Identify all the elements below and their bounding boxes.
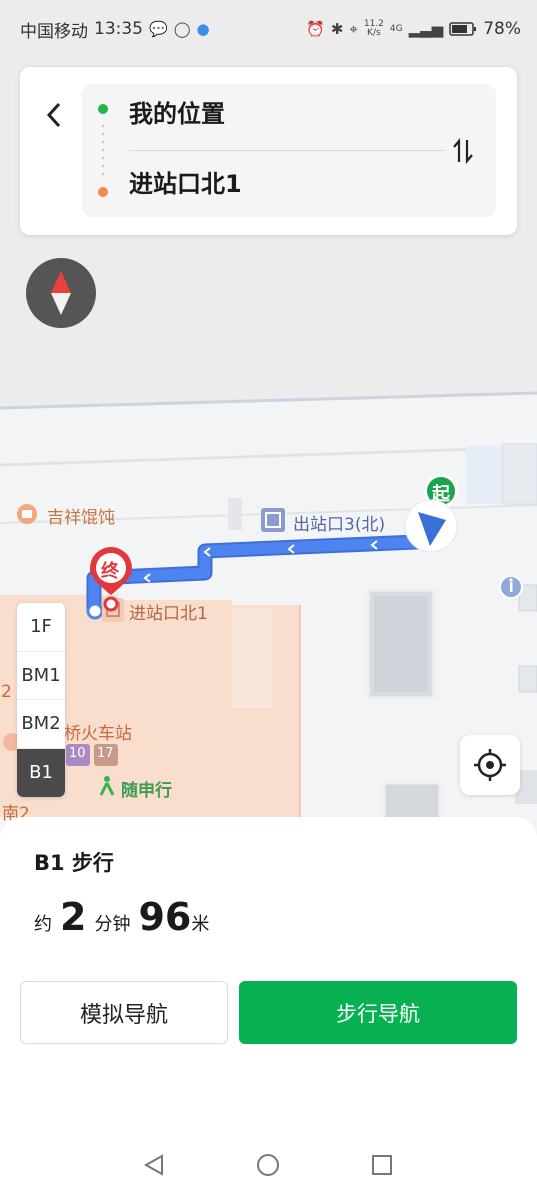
route-summary-sheet: B1 步行 约 2 分钟 96 米 模拟导航 步行导航 xyxy=(0,817,537,1193)
route-connector xyxy=(102,122,104,180)
simulate-navigation-button[interactable]: 模拟导航 xyxy=(20,981,228,1044)
status-bar: 中国移动 13:35 💬 ◯ ● ⏰ ✱ ⌖ 11.2 K/s 4G ▂▃▅ 7… xyxy=(0,0,537,58)
crosshair-icon xyxy=(474,749,506,781)
clock: 13:35 xyxy=(94,19,143,39)
bluetooth-icon: ✱ xyxy=(330,20,344,38)
end-dot-icon xyxy=(98,187,108,197)
carrier-label: 中国移动 xyxy=(20,21,88,42)
start-location-field[interactable]: 我的位置 xyxy=(129,96,225,132)
destination-field[interactable]: 进站口北1 xyxy=(129,166,242,202)
swap-button[interactable] xyxy=(448,134,478,168)
start-marker[interactable]: 起 xyxy=(432,480,450,506)
square-recent-icon xyxy=(372,1155,392,1175)
battery-level: 78% xyxy=(483,19,521,39)
eta-minutes: 2 xyxy=(60,895,87,939)
route-mode-title: B1 步行 xyxy=(34,851,114,875)
app-notification-icon: ● xyxy=(196,20,210,38)
signal-icon: ▂▃▅ xyxy=(408,20,444,38)
nav-recent-button[interactable] xyxy=(365,1148,399,1182)
location-icon: ⌖ xyxy=(349,20,358,38)
battery-icon xyxy=(449,22,477,36)
floor-bm1[interactable]: BM1 xyxy=(17,652,65,700)
line-badge-10: 10 xyxy=(69,746,86,761)
map-label-partial: 2 xyxy=(1,682,12,702)
swap-icon xyxy=(453,138,473,164)
circle-home-icon xyxy=(257,1154,279,1176)
floor-1f[interactable]: 1F xyxy=(17,603,65,652)
compass-icon xyxy=(51,271,71,315)
map-label-station[interactable]: 桥火车站 xyxy=(64,719,132,744)
map-label-service[interactable]: 随申行 xyxy=(121,776,172,801)
net-speed-unit: K/s xyxy=(367,28,381,38)
signal-type: 4G xyxy=(389,23,403,34)
alarm-icon: ⏰ xyxy=(306,20,325,38)
route-distance: 96 xyxy=(138,895,192,939)
net-speed: 11.2 K/s xyxy=(364,20,384,38)
sync-icon: ◯ xyxy=(173,20,191,38)
map-label-shop[interactable]: 吉祥馄饨 xyxy=(47,503,115,528)
message-icon: 💬 xyxy=(149,20,168,38)
floor-bm2[interactable]: BM2 xyxy=(17,700,65,749)
back-button[interactable] xyxy=(38,95,70,135)
triangle-back-icon xyxy=(143,1154,163,1176)
route-eta: 约 2 分钟 96 米 xyxy=(34,895,209,939)
locate-button[interactable] xyxy=(460,735,520,795)
route-card: 我的位置 进站口北1 xyxy=(20,67,517,235)
chevron-left-icon xyxy=(46,102,61,128)
route-inputs: 我的位置 进站口北1 xyxy=(82,84,496,217)
start-walk-navigation-button[interactable]: 步行导航 xyxy=(239,981,517,1044)
nav-home-button[interactable] xyxy=(251,1148,285,1182)
map-label-entrance[interactable]: 进站口北1 xyxy=(129,599,208,624)
eta-approx: 约 xyxy=(34,914,52,935)
nav-back-button[interactable] xyxy=(137,1148,171,1182)
floor-b1[interactable]: B1 xyxy=(17,748,65,797)
eta-minutes-unit: 分钟 xyxy=(94,914,131,935)
divider xyxy=(129,150,445,151)
line-badge-17: 17 xyxy=(97,746,114,761)
map-label-exit[interactable]: 出站口3(北) xyxy=(293,510,385,535)
end-marker[interactable]: 终 xyxy=(101,557,119,583)
system-nav-bar xyxy=(0,1140,537,1190)
distance-unit: 米 xyxy=(191,914,210,935)
floor-selector: 1F BM1 BM2 B1 xyxy=(17,603,65,797)
start-dot-icon xyxy=(98,104,108,114)
compass-button[interactable] xyxy=(26,258,96,328)
